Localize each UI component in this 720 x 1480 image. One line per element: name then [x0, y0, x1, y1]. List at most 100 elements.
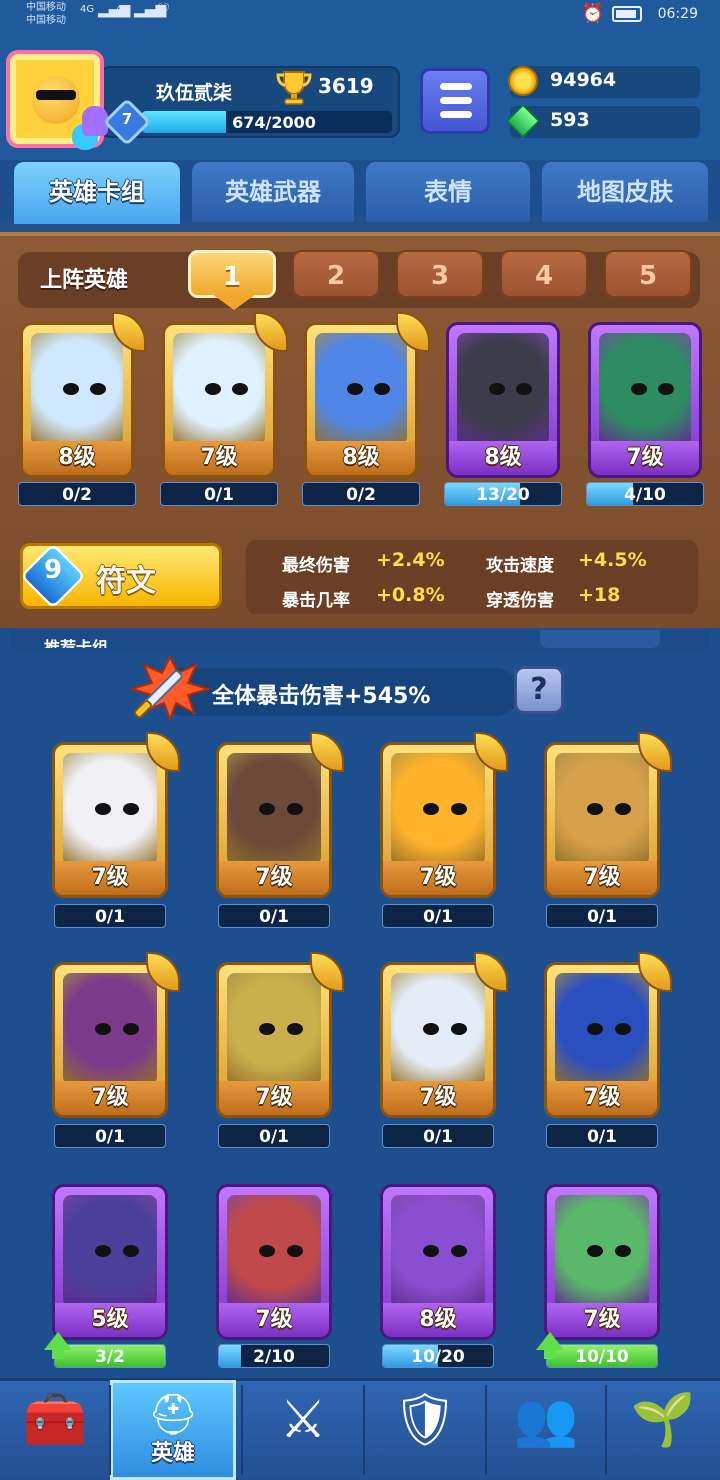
portrait-eye: [423, 802, 440, 815]
deck-slot-5[interactable]: 5: [604, 250, 692, 298]
card-frame: 8级: [20, 322, 134, 478]
card-frame: 7级: [380, 962, 496, 1118]
reaper-hero-portrait: [599, 333, 691, 445]
lava-golem-hero-card[interactable]: 7级 0/1: [216, 732, 344, 930]
recommend-tab-stub: [540, 630, 660, 648]
tab-hero-weapons[interactable]: 英雄武器: [192, 162, 354, 222]
clock: 06:29: [657, 6, 698, 22]
bandit-hero-portrait: [457, 333, 549, 445]
menu-line-icon: [440, 97, 472, 104]
stat-crit-chance-label: 暴击几率: [282, 591, 350, 611]
deck-slot-3[interactable]: 3: [396, 250, 484, 298]
flame-spirit-hero-portrait: [391, 753, 485, 865]
flame-spirit-hero-card[interactable]: 7级 0/1: [380, 732, 508, 930]
tab-hero-deck[interactable]: 英雄卡组: [14, 162, 180, 224]
bandit-hero-card[interactable]: 8级 13/20: [444, 322, 562, 508]
card-level: 7级: [547, 861, 657, 895]
friends-banner-icon: 👥: [513, 1390, 579, 1450]
upgrade-arrow-icon: [536, 1332, 564, 1359]
knight-hero-card[interactable]: 7级 0/1: [216, 952, 344, 1150]
card-progress-bar: 0/2: [18, 482, 136, 506]
lava-golem-hero-portrait: [227, 753, 321, 865]
reaper-hero-card[interactable]: 7级 4/10: [586, 322, 704, 508]
sheriff-hero-card[interactable]: 5级 3/2: [44, 1184, 168, 1370]
card-progress-text: 0/1: [259, 1127, 289, 1147]
nav-shop[interactable]: 🧰: [0, 1380, 110, 1480]
magician-hero-card[interactable]: 8级 10/20: [380, 1184, 496, 1370]
card-progress-bar: 0/1: [546, 904, 658, 928]
nav-battle[interactable]: ⚔: [242, 1380, 364, 1480]
portrait-eye: [95, 1244, 112, 1257]
portrait-eye: [232, 382, 249, 395]
card-frame: 8级: [446, 322, 560, 478]
help-button[interactable]: ?: [514, 666, 564, 714]
tab-map-skins[interactable]: 地图皮肤: [542, 162, 708, 222]
card-progress-text: 0/1: [587, 907, 617, 927]
tab-label: 地图皮肤: [577, 178, 673, 206]
card-level: 8级: [449, 441, 557, 475]
avatar-sunglasses: [36, 90, 76, 100]
card-progress-text: 0/1: [423, 1127, 453, 1147]
card-progress-bar: 0/1: [382, 1124, 494, 1148]
bomb-hero-portrait: [227, 1195, 321, 1307]
menu-button[interactable]: [420, 68, 490, 134]
nav-heroes[interactable]: ⛑ 英雄: [110, 1380, 236, 1480]
deck-slot-2[interactable]: 2: [292, 250, 380, 298]
card-level: 7级: [219, 1303, 329, 1337]
portrait-eye: [287, 1022, 304, 1035]
treasure-chest-icon: 🧰: [22, 1390, 88, 1450]
nav-clan[interactable]: 🛡: [364, 1380, 486, 1480]
bomb-hero-card[interactable]: 7级 2/10: [216, 1184, 332, 1370]
gem-count: 593: [550, 109, 590, 131]
frost-king-hero-card[interactable]: 8级 0/2: [302, 312, 430, 508]
frost-king-hero-portrait: [315, 333, 407, 445]
card-level: 7级: [219, 861, 329, 895]
blue-hair-girl-hero-card[interactable]: 7级 0/1: [544, 952, 672, 1150]
deck-slot-1[interactable]: 1: [188, 250, 276, 298]
stat-final-damage-value: +2.4%: [376, 549, 445, 571]
portrait-eye: [615, 802, 632, 815]
player-avatar[interactable]: [6, 50, 108, 150]
card-progress-text: 0/1: [204, 485, 234, 505]
knight-hero-portrait: [227, 973, 321, 1085]
card-frame: 7级: [162, 322, 276, 478]
deck-header-label: 上阵英雄: [40, 268, 129, 293]
card-frame: 7级: [380, 742, 496, 898]
zeus-hero-card[interactable]: 7级 0/1: [160, 312, 288, 508]
xp-text: 674/2000: [232, 113, 316, 132]
robot-hero-card[interactable]: 7级 10/10: [536, 1184, 660, 1370]
signal-bars-icon: ▂▄▆: [98, 2, 131, 18]
card-progress-text: 0/1: [423, 907, 453, 927]
card-frame: 7级: [216, 962, 332, 1118]
battery-icon: [612, 6, 642, 22]
portrait-eye: [287, 1244, 304, 1257]
yeti-hero-card[interactable]: 8级 0/2: [18, 312, 146, 508]
card-level: 7级: [165, 441, 273, 475]
portrait-eye: [658, 382, 675, 395]
portrait-eye: [95, 802, 112, 815]
recommend-title: 推荐卡组: [44, 638, 109, 648]
portrait-eye: [259, 1022, 276, 1035]
card-progress-bar: 0/1: [54, 904, 166, 928]
portrait-eye: [587, 802, 604, 815]
card-progress-text: 10/20: [411, 1347, 465, 1367]
trophy-icon: [276, 71, 312, 105]
portrait-eye: [451, 802, 468, 815]
tab-emotes[interactable]: 表情: [366, 162, 530, 222]
cowboy-hero-card[interactable]: 7级 0/1: [544, 732, 672, 930]
portrait-eye: [374, 382, 391, 395]
mecha-hero-card[interactable]: 7级 0/1: [380, 952, 508, 1150]
portrait-eye: [90, 382, 107, 395]
skull-witch-hero-card[interactable]: 7级 0/1: [52, 952, 180, 1150]
player-name: 玖伍贰柒: [156, 82, 233, 104]
nav-divider: [363, 1385, 365, 1475]
nav-map[interactable]: 🌱: [606, 1380, 720, 1480]
card-progress-bar: 0/1: [160, 482, 278, 506]
nav-social[interactable]: 👥: [486, 1380, 606, 1480]
deck-slot-4[interactable]: 4: [500, 250, 588, 298]
rune-glyph: 9: [43, 555, 63, 585]
card-frame: 7级: [216, 1184, 332, 1340]
hooded-mage-hero-card[interactable]: 7级 0/1: [52, 732, 180, 930]
card-progress-bar: 0/1: [218, 1124, 330, 1148]
card-progress-text: 0/1: [587, 1127, 617, 1147]
